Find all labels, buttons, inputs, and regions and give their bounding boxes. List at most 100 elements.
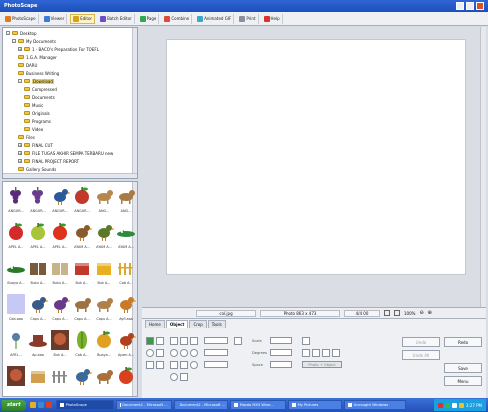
- tree-item[interactable]: - Desktop: [6, 30, 37, 36]
- tree-item[interactable]: DARU: [18, 62, 37, 68]
- taskbar-task[interactable]: Mazda MX5 Wine...: [229, 400, 286, 410]
- photo-object-button[interactable]: Photo + Object: [302, 361, 342, 368]
- thumbnail-item[interactable]: Buku A...: [27, 256, 49, 290]
- thumbnail-item[interactable]: [49, 364, 71, 396]
- ring-tool-icon[interactable]: [190, 349, 198, 357]
- taskbar-task[interactable]: Document1 - Microsoft ...: [115, 400, 172, 410]
- line-width-field[interactable]: [204, 361, 228, 368]
- thumbnail-item[interactable]: AYAM A...: [71, 220, 93, 254]
- tree-item[interactable]: Gallery Sounds: [18, 166, 56, 172]
- collapse-icon[interactable]: -: [6, 31, 10, 35]
- expand-icon[interactable]: +: [18, 143, 22, 147]
- line-tool-icon[interactable]: [180, 337, 188, 345]
- canvas-page[interactable]: [166, 39, 466, 275]
- frame-icon[interactable]: [146, 337, 154, 345]
- tree-item[interactable]: Music: [24, 102, 43, 108]
- thumbnail-item[interactable]: [115, 364, 137, 396]
- toolbar-editor[interactable]: Editor: [70, 13, 96, 24]
- thumbnail-item[interactable]: ANGUR...: [27, 184, 49, 218]
- space-field[interactable]: [270, 361, 292, 368]
- tree-item[interactable]: Documents: [24, 94, 55, 100]
- degrees-field[interactable]: [270, 349, 292, 356]
- menu-button[interactable]: Menu: [444, 376, 482, 386]
- thumbnail-item[interactable]: [5, 364, 27, 396]
- thumbnail-item[interactable]: ANG...: [115, 184, 137, 218]
- tree-item[interactable]: Video: [24, 126, 43, 132]
- taskbar-task[interactable]: PhotoScape: [55, 400, 114, 410]
- thumbnail-item[interactable]: Buku A...: [49, 256, 71, 290]
- round-tool-icon[interactable]: [190, 361, 198, 369]
- thumbnail-item[interactable]: AYAM A...: [115, 220, 137, 254]
- undo-button[interactable]: Undo: [402, 337, 440, 347]
- eyedropper-icon[interactable]: [234, 337, 242, 345]
- tree-item[interactable]: Files: [18, 134, 35, 140]
- size-tool-icon[interactable]: [156, 361, 164, 369]
- thumbnail-item[interactable]: ANG...: [93, 184, 115, 218]
- start-button[interactable]: start: [2, 399, 26, 411]
- tree-item[interactable]: - My Documents: [12, 38, 56, 44]
- thumbnail-item[interactable]: Buaya A...: [5, 256, 27, 290]
- thumbnail-item[interactable]: AYAM A...: [93, 220, 115, 254]
- fill-color-field[interactable]: [204, 349, 228, 356]
- align-right-icon[interactable]: [322, 349, 330, 357]
- tree-item[interactable]: 1.G.A. Manager: [18, 54, 57, 60]
- align-center-icon[interactable]: [312, 349, 320, 357]
- thumbnail-item[interactable]: Buk A...: [71, 256, 93, 290]
- stroke-color-field[interactable]: [204, 337, 228, 344]
- fit-icon[interactable]: [384, 310, 390, 316]
- undo-all-button[interactable]: Undo All: [402, 350, 440, 360]
- tree-item[interactable]: - Download: [18, 78, 54, 84]
- stamp-tool-icon[interactable]: [170, 361, 178, 369]
- taskbar-task[interactable]: My Pictures: [287, 400, 342, 410]
- text-tool-icon[interactable]: [156, 337, 164, 345]
- actual-size-icon[interactable]: [394, 310, 400, 316]
- tree-item[interactable]: Business Writing: [18, 70, 59, 76]
- star-tool-icon[interactable]: [180, 373, 188, 381]
- taskbar-task[interactable]: Document2 - Microsoft ...: [173, 400, 228, 410]
- thumbnail-item[interactable]: Ayam A...: [115, 328, 137, 362]
- thumbnail-item[interactable]: Cab A...: [115, 256, 137, 290]
- dot-tool-icon[interactable]: [170, 373, 178, 381]
- tree-item[interactable]: Programs: [24, 118, 51, 124]
- browser-icon[interactable]: [37, 402, 44, 408]
- align-left-icon[interactable]: [302, 349, 310, 357]
- thumbnail-item[interactable]: Capu A...: [93, 292, 115, 326]
- thumbnail-item[interactable]: APEL A...: [49, 220, 71, 254]
- expand-icon[interactable]: +: [18, 47, 22, 51]
- cursor-tool-icon[interactable]: [302, 337, 310, 345]
- thumbnail-grid[interactable]: ANGUR... ANGUR... ANGUR... ANGUR... ANG... AN…: [2, 181, 138, 397]
- explorer-icon[interactable]: [29, 402, 36, 408]
- toolbar-print[interactable]: Print: [237, 13, 259, 24]
- tree-item[interactable]: + FINAL PROJECT REPORT: [18, 158, 79, 164]
- toolbar-page[interactable]: Page: [138, 13, 160, 24]
- tree-vertical-scrollbar[interactable]: [132, 28, 137, 178]
- zoom-out-icon[interactable]: ⊖: [419, 310, 423, 316]
- security-icon[interactable]: [437, 402, 443, 408]
- thumbnail-item[interactable]: ANGUR...: [49, 184, 71, 218]
- align-top-icon[interactable]: [332, 349, 340, 357]
- close-button[interactable]: [476, 2, 484, 10]
- thumbnail-item[interactable]: Buk A...: [93, 256, 115, 290]
- tab-crop[interactable]: Crop: [189, 320, 207, 328]
- network-icon[interactable]: [444, 402, 450, 408]
- toolbar-batch-editor[interactable]: Batch Editor: [98, 13, 135, 24]
- toolbar-animated-gif[interactable]: Animated GIF: [195, 13, 235, 24]
- thumbnail-item[interactable]: Cab.aaa: [5, 292, 27, 326]
- thumbnail-item[interactable]: APEL A...: [5, 220, 27, 254]
- thumbnail-item[interactable]: APEL A...: [27, 220, 49, 254]
- maximize-button[interactable]: [466, 2, 474, 10]
- scale-field[interactable]: [270, 337, 292, 344]
- volume-icon[interactable]: [451, 402, 457, 408]
- thumbnail-item[interactable]: Buk A...: [49, 328, 71, 362]
- tree-item[interactable]: Originals: [24, 110, 50, 116]
- pen-tool-icon[interactable]: [170, 337, 178, 345]
- ellipse-tool-icon[interactable]: [170, 349, 178, 357]
- save-button[interactable]: Save: [444, 363, 482, 373]
- toolbar-photoscape[interactable]: PhotoScape: [3, 13, 39, 24]
- tree-item[interactable]: + FILE TUGAS AKHIR SEMPA TERBARU new: [18, 150, 113, 156]
- media-icon[interactable]: [45, 402, 52, 408]
- expand-icon[interactable]: +: [18, 159, 22, 163]
- expand-icon[interactable]: +: [18, 151, 22, 155]
- collapse-icon[interactable]: -: [12, 39, 16, 43]
- square-tool-icon[interactable]: [180, 361, 188, 369]
